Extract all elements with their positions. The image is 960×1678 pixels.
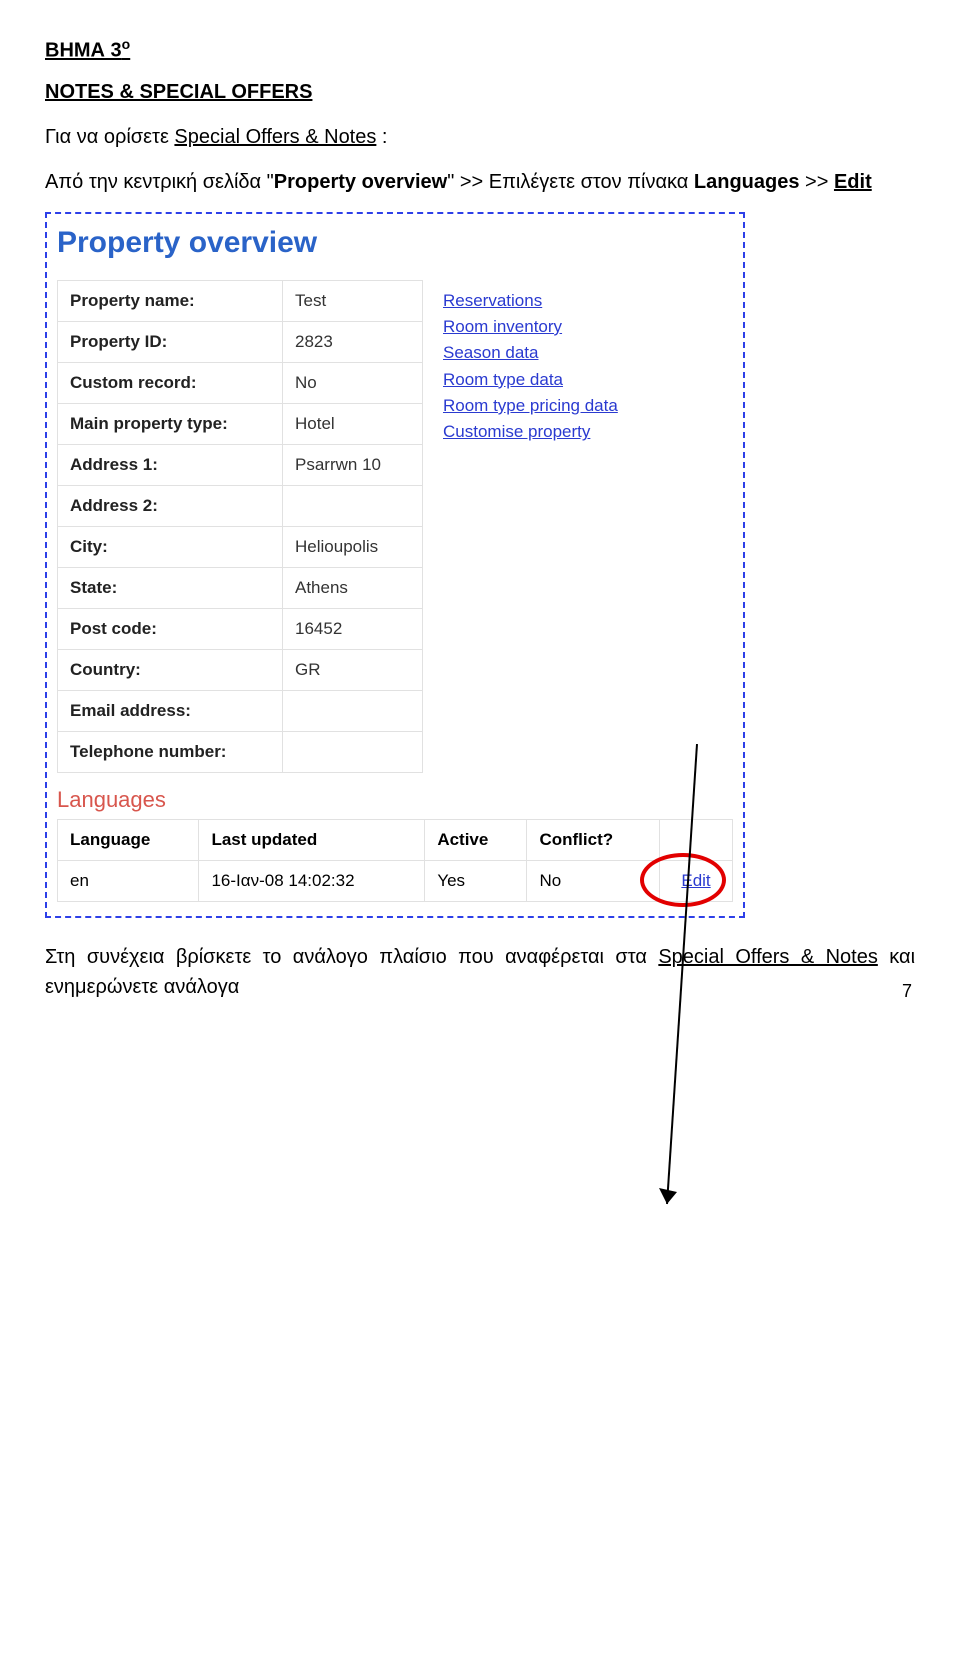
edit-link[interactable]: Edit xyxy=(681,871,710,890)
instr-2: " >> Επιλέγετε στον πίνακα xyxy=(447,171,694,193)
language-row: en 16-Ιαν-08 14:02:32 Yes No Edit xyxy=(58,860,733,901)
lang-cell-last-updated: 16-Ιαν-08 14:02:32 xyxy=(199,860,425,901)
property-value: Hotel xyxy=(283,403,423,444)
intro-prefix: Για να ορίσετε xyxy=(45,126,174,148)
languages-table: LanguageLast updatedActiveConflict? en 1… xyxy=(57,819,733,902)
property-label: City: xyxy=(58,526,283,567)
property-label: Email address: xyxy=(58,690,283,731)
property-row: Property ID:2823 xyxy=(58,321,423,362)
property-value: Helioupolis xyxy=(283,526,423,567)
property-value xyxy=(283,690,423,731)
lang-cell-active: Yes xyxy=(425,860,527,901)
lang-col-header: Active xyxy=(425,819,527,860)
section-title: NOTES & SPECIAL OFFERS xyxy=(45,81,915,104)
property-row: Post code:16452 xyxy=(58,608,423,649)
property-label: Post code: xyxy=(58,608,283,649)
property-value: GR xyxy=(283,649,423,690)
property-value: No xyxy=(283,362,423,403)
property-table: Property name:TestProperty ID:2823Custom… xyxy=(57,280,423,773)
property-row: Country:GR xyxy=(58,649,423,690)
property-row: State:Athens xyxy=(58,567,423,608)
lang-col-header: Conflict? xyxy=(527,819,660,860)
property-label: State: xyxy=(58,567,283,608)
instr-bold: Property overview xyxy=(274,171,447,193)
property-value xyxy=(283,485,423,526)
property-row: Email address: xyxy=(58,690,423,731)
property-label: Property name: xyxy=(58,280,283,321)
step-heading: ΒΗΜΑ 3ο xyxy=(45,36,915,63)
property-label: Custom record: xyxy=(58,362,283,403)
property-label: Address 1: xyxy=(58,444,283,485)
outro-underlined: Special Offers & Notes xyxy=(658,946,878,968)
intro-line: Για να ορίσετε Special Offers & Notes : xyxy=(45,126,915,149)
outro-text: Στη συνέχεια βρίσκετε το ανάλογο πλαίσιο… xyxy=(45,942,915,1002)
property-value: Athens xyxy=(283,567,423,608)
property-value: 16452 xyxy=(283,608,423,649)
intro-underlined: Special Offers & Notes xyxy=(174,126,376,148)
property-label: Country: xyxy=(58,649,283,690)
property-row: Address 1:Psarrwn 10 xyxy=(58,444,423,485)
side-link[interactable]: Reservations xyxy=(443,288,618,314)
property-row: Custom record:No xyxy=(58,362,423,403)
property-overview-panel: Property overview Property name:TestProp… xyxy=(45,212,745,918)
side-link[interactable]: Season data xyxy=(443,340,618,366)
lang-cell-language: en xyxy=(58,860,199,901)
lang-col-header: Last updated xyxy=(199,819,425,860)
property-value xyxy=(283,731,423,772)
property-label: Property ID: xyxy=(58,321,283,362)
intro-suffix: : xyxy=(376,126,387,148)
property-row: Telephone number: xyxy=(58,731,423,772)
outro-1: Στη συνέχεια βρίσκετε το ανάλογο πλαίσιο… xyxy=(45,946,658,968)
lang-col-header xyxy=(660,819,733,860)
property-row: Address 2: xyxy=(58,485,423,526)
side-link[interactable]: Customise property xyxy=(443,419,618,445)
lang-cell-conflict: No xyxy=(527,860,660,901)
step-sup: ο xyxy=(122,36,131,52)
lang-col-header: Language xyxy=(58,819,199,860)
property-row: Property name:TestProperty ID:2823Custom… xyxy=(57,280,733,773)
instr-edit: Edit xyxy=(834,171,872,193)
instr-lang: Languages xyxy=(694,171,800,193)
property-row: Main property type:Hotel xyxy=(58,403,423,444)
property-value: Test xyxy=(283,280,423,321)
property-row: Property name:Test xyxy=(58,280,423,321)
property-value: Psarrwn 10 xyxy=(283,444,423,485)
instr-3: >> xyxy=(799,171,833,193)
property-row: City:Helioupolis xyxy=(58,526,423,567)
side-link[interactable]: Room inventory xyxy=(443,314,618,340)
lang-cell-edit: Edit xyxy=(660,860,733,901)
step-base: ΒΗΜΑ 3 xyxy=(45,40,122,62)
property-label: Telephone number: xyxy=(58,731,283,772)
instruction-line: Από την κεντρική σελίδα "Property overvi… xyxy=(45,171,915,194)
page-number: 7 xyxy=(902,981,912,1002)
property-label: Main property type: xyxy=(58,403,283,444)
property-label: Address 2: xyxy=(58,485,283,526)
side-links: ReservationsRoom inventorySeason dataRoo… xyxy=(443,288,618,446)
side-link[interactable]: Room type data xyxy=(443,367,618,393)
panel-heading: Property overview xyxy=(57,226,733,260)
languages-heading: Languages xyxy=(57,787,733,813)
side-link[interactable]: Room type pricing data xyxy=(443,393,618,419)
instr-1: Από την κεντρική σελίδα " xyxy=(45,171,274,193)
property-value: 2823 xyxy=(283,321,423,362)
